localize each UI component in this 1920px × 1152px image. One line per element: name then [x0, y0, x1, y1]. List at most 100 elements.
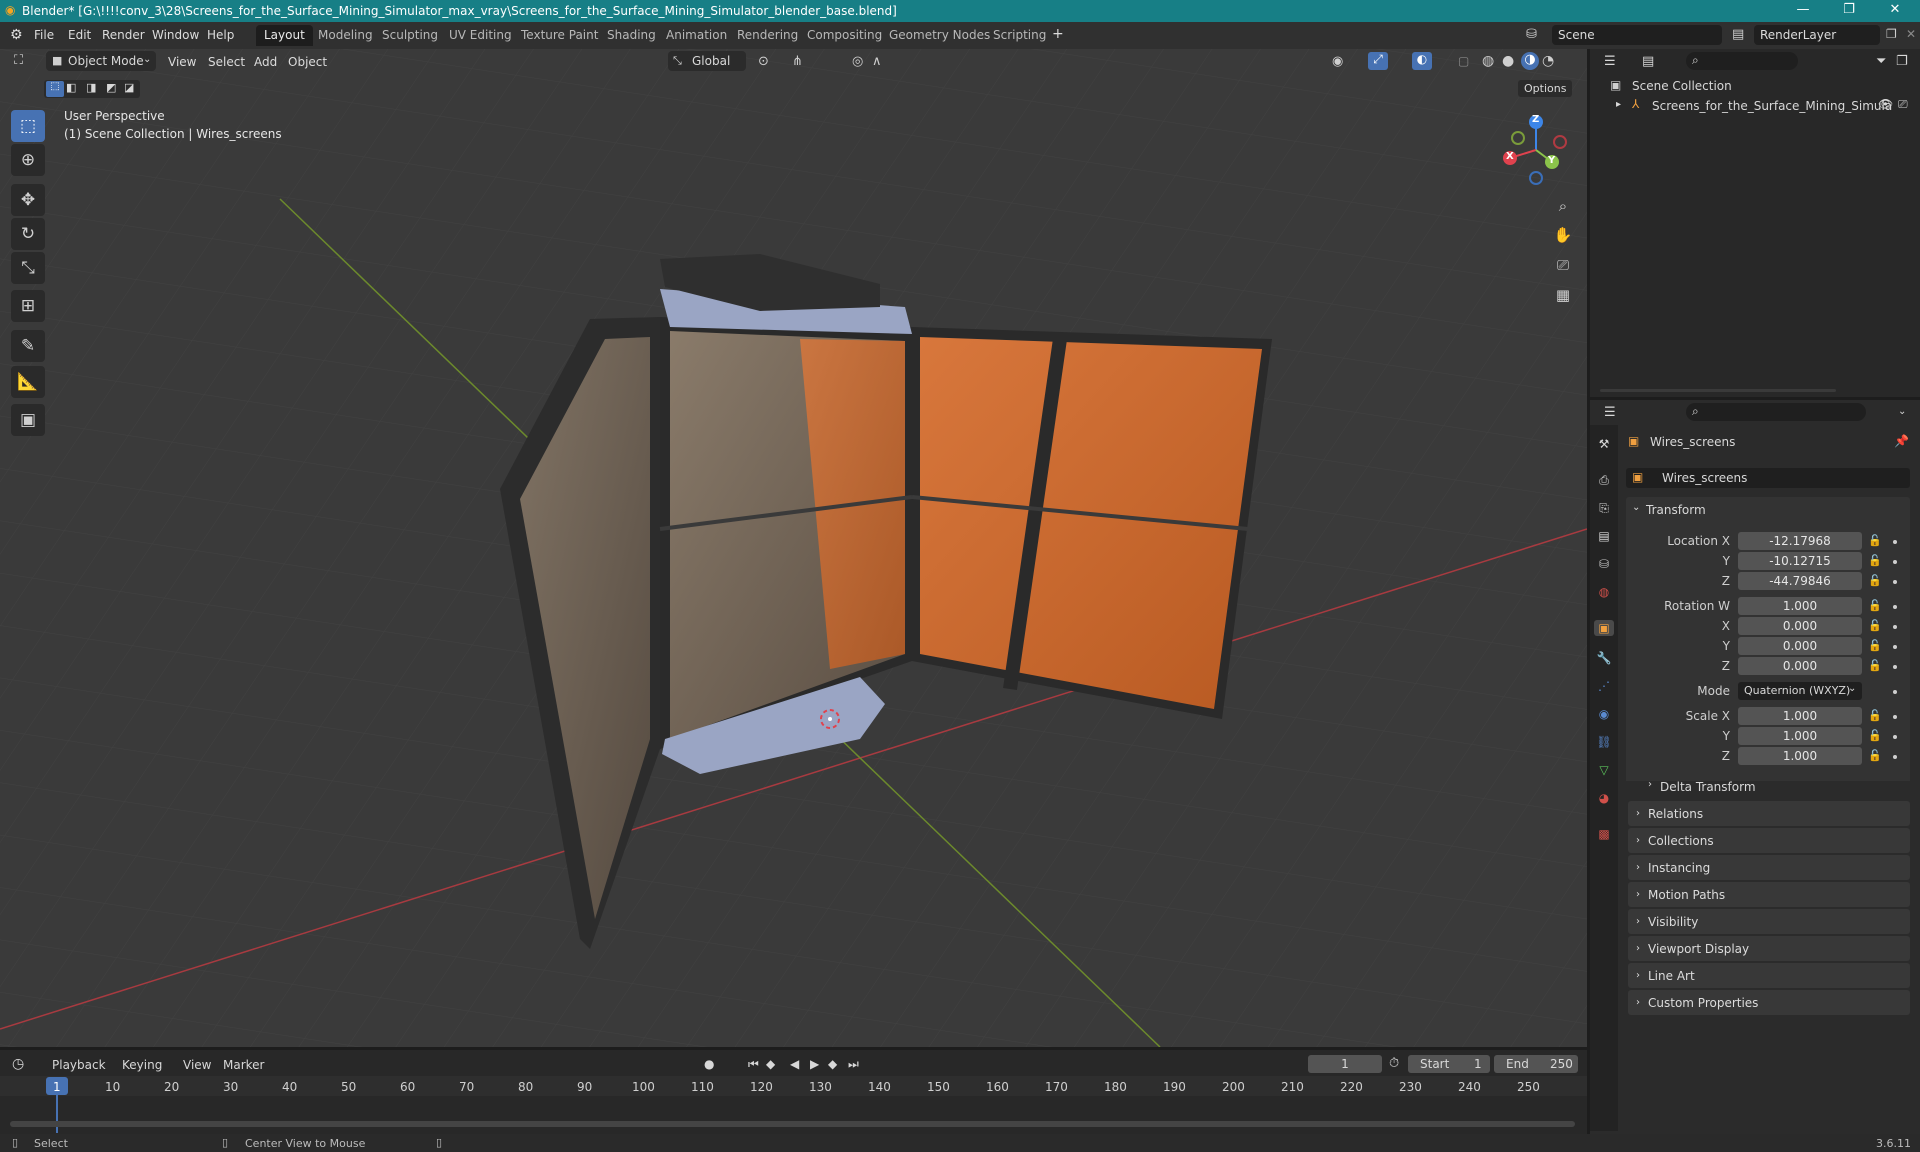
- measure-tool-icon[interactable]: 📐: [11, 366, 45, 398]
- outliner-object-item[interactable]: Screens_for_the_Surface_Mining_Simula: [1652, 99, 1892, 113]
- menu-help[interactable]: Help: [207, 28, 234, 42]
- start-frame-box[interactable]: Start 1: [1408, 1055, 1490, 1073]
- rotation-x-field[interactable]: 0.000: [1738, 617, 1862, 635]
- scene-tab-icon[interactable]: ⛁: [1596, 556, 1612, 572]
- scale-x-field[interactable]: 1.000: [1738, 707, 1862, 725]
- menu-keying[interactable]: Keying: [122, 1058, 162, 1072]
- rotation-y-field[interactable]: 0.000: [1738, 637, 1862, 655]
- tab-scripting[interactable]: Scripting: [985, 25, 1054, 46]
- pin-icon[interactable]: 📌: [1894, 434, 1909, 448]
- add-cube-tool-icon[interactable]: ▣: [11, 404, 45, 436]
- particles-tab-icon[interactable]: ⋰: [1596, 678, 1612, 694]
- section-relations[interactable]: › Relations: [1628, 801, 1910, 826]
- expand-arrow-icon[interactable]: ›: [1648, 779, 1652, 790]
- lock-icon[interactable]: 🔓: [1868, 709, 1882, 722]
- new-collection-icon[interactable]: ❐: [1896, 54, 1908, 69]
- keyframe-dot-icon[interactable]: [1893, 560, 1897, 564]
- section-custom-properties[interactable]: › Custom Properties: [1628, 990, 1910, 1015]
- lock-icon[interactable]: 🔓: [1868, 659, 1882, 672]
- keyframe-dot-icon[interactable]: [1893, 645, 1897, 649]
- tab-sculpting[interactable]: Sculpting: [374, 25, 446, 46]
- object-name-field-box[interactable]: ▣ Wires_screens: [1626, 468, 1910, 488]
- filter-icon[interactable]: ⏷: [1876, 54, 1886, 69]
- wireframe-shading-icon[interactable]: ◍: [1482, 53, 1494, 69]
- section-line-art[interactable]: › Line Art: [1628, 963, 1910, 988]
- select-intersect-icon[interactable]: ◪: [124, 81, 134, 94]
- location-z-field[interactable]: -44.79846: [1738, 572, 1862, 590]
- select-box-tool-icon[interactable]: ⬚: [11, 110, 45, 142]
- xray-icon[interactable]: ▢: [1458, 54, 1469, 68]
- pan-hand-icon[interactable]: ✋: [1550, 222, 1576, 248]
- world-tab-icon[interactable]: ◍: [1596, 584, 1612, 600]
- keyframe-dot-icon[interactable]: [1893, 715, 1897, 719]
- rotation-mode-box[interactable]: Quaternion (WXYZ) ⌄: [1738, 682, 1862, 700]
- options-button[interactable]: Options: [1518, 80, 1573, 97]
- zoom-icon[interactable]: ⌕: [1550, 193, 1576, 219]
- viewport-scene[interactable]: [0, 49, 1587, 1047]
- menu-add[interactable]: Add: [248, 53, 283, 73]
- keyframe-dot-icon[interactable]: [1893, 580, 1897, 584]
- mode-selector-box[interactable]: ■ Object Mode ⌄: [46, 51, 156, 71]
- menu-view[interactable]: View: [162, 53, 202, 73]
- modifier-tab-icon[interactable]: 🔧: [1596, 650, 1612, 666]
- menu-timeline-view[interactable]: View: [183, 1058, 211, 1072]
- view-layer-tab-icon[interactable]: ▤: [1596, 528, 1612, 544]
- overlay-toggle-icon[interactable]: ◐: [1412, 52, 1432, 70]
- properties-editor-icon[interactable]: ☰: [1604, 405, 1616, 420]
- tab-layout[interactable]: Layout: [256, 25, 313, 46]
- minimize-button[interactable]: —: [1780, 0, 1826, 22]
- section-motion-paths[interactable]: › Motion Paths: [1628, 882, 1910, 907]
- proportional-edit-icon[interactable]: ◎: [852, 54, 863, 69]
- menu-render[interactable]: Render: [102, 28, 145, 42]
- select-extend-icon[interactable]: ◧: [66, 81, 76, 94]
- keyframe-dot-icon[interactable]: [1893, 735, 1897, 739]
- transform-header[interactable]: ⌄ Transform: [1626, 497, 1910, 523]
- keyframe-dot-icon[interactable]: [1893, 625, 1897, 629]
- tool-tab-icon[interactable]: ⚒: [1596, 436, 1612, 452]
- tab-geometry-nodes[interactable]: Geometry Nodes: [881, 25, 998, 46]
- timeline-scrollbar[interactable]: [10, 1121, 1575, 1127]
- cursor-tool-icon[interactable]: ⊕: [11, 144, 45, 176]
- transform-tool-icon[interactable]: ⊞: [11, 290, 45, 322]
- prev-keyframe-icon[interactable]: ◆: [766, 1057, 775, 1071]
- material-tab-icon[interactable]: ◕: [1596, 790, 1612, 806]
- texture-tab-icon[interactable]: ▩: [1596, 826, 1612, 842]
- section-instancing[interactable]: › Instancing: [1628, 855, 1910, 880]
- current-frame-field[interactable]: 1: [1308, 1055, 1382, 1073]
- outliner-scrollbar[interactable]: [1600, 389, 1836, 392]
- scene-icon[interactable]: ⛁: [1526, 27, 1537, 42]
- lock-icon[interactable]: 🔓: [1868, 729, 1882, 742]
- chevron-down-icon[interactable]: ⌄: [1898, 406, 1906, 417]
- maximize-button[interactable]: ❐: [1826, 0, 1872, 22]
- render-layer-selector[interactable]: RenderLayer: [1754, 25, 1880, 45]
- rotate-tool-icon[interactable]: ↻: [11, 218, 45, 250]
- scale-y-field[interactable]: 1.000: [1738, 727, 1862, 745]
- rendered-shading-icon[interactable]: ◔: [1542, 53, 1554, 69]
- section-viewport-display[interactable]: › Viewport Display: [1628, 936, 1910, 961]
- select-subtract-icon[interactable]: ◨: [86, 81, 96, 94]
- lock-icon[interactable]: 🔓: [1868, 534, 1882, 547]
- menu-file[interactable]: File: [34, 28, 54, 42]
- select-new-icon[interactable]: ⬚: [46, 81, 64, 97]
- end-frame-box[interactable]: End 250: [1494, 1055, 1578, 1073]
- menu-select[interactable]: Select: [202, 53, 251, 73]
- expand-arrow-icon[interactable]: ▸: [1616, 99, 1621, 110]
- tab-shading[interactable]: Shading: [599, 25, 664, 46]
- menu-object[interactable]: Object: [282, 53, 333, 73]
- tab-compositing[interactable]: Compositing: [799, 25, 890, 46]
- snap-icon[interactable]: ⋔: [792, 54, 803, 69]
- render-tab-icon[interactable]: ⎙: [1596, 472, 1612, 488]
- stopwatch-icon[interactable]: ⏱: [1389, 1056, 1399, 1071]
- tab-rendering[interactable]: Rendering: [729, 25, 806, 46]
- render-layer-icon[interactable]: ▤: [1732, 27, 1744, 42]
- lock-icon[interactable]: 🔓: [1868, 619, 1882, 632]
- tab-uv-editing[interactable]: UV Editing: [441, 25, 520, 46]
- play-reverse-icon[interactable]: ◀: [790, 1057, 799, 1071]
- outliner-editor-icon[interactable]: ☰: [1604, 54, 1616, 69]
- lock-icon[interactable]: 🔓: [1868, 574, 1882, 587]
- keyframe-dot-icon[interactable]: [1893, 690, 1897, 694]
- outliner-search-input[interactable]: ⌕: [1686, 52, 1798, 70]
- add-workspace-button[interactable]: +: [1052, 26, 1064, 42]
- lock-icon[interactable]: 🔓: [1868, 639, 1882, 652]
- location-y-field[interactable]: -10.12715: [1738, 552, 1862, 570]
